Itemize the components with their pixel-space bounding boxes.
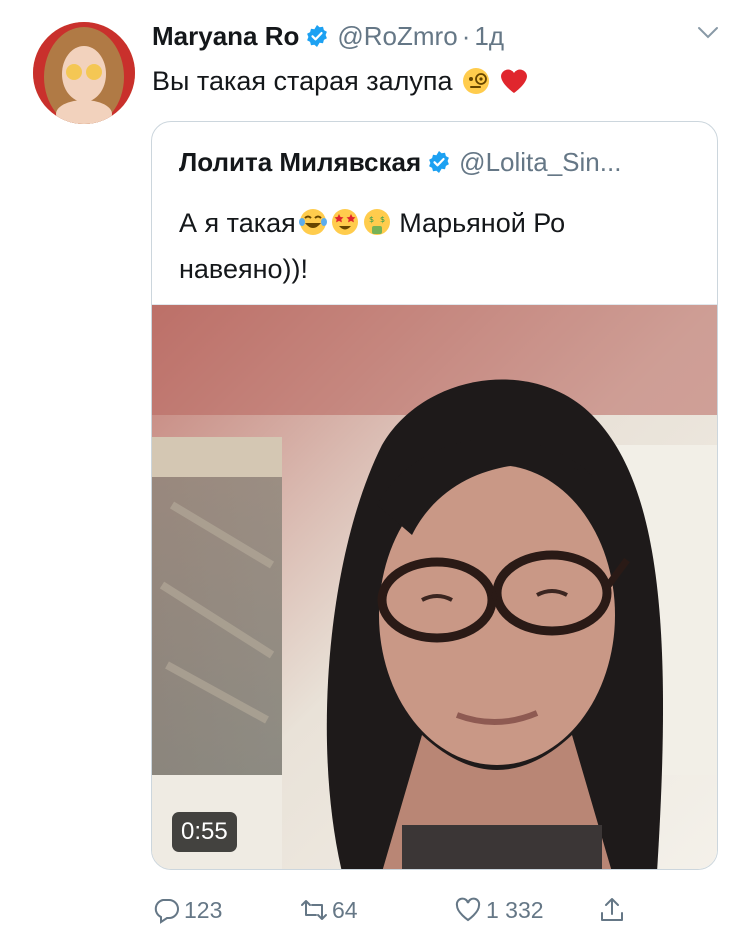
tweet-actions: 123 64 1 332 bbox=[152, 890, 672, 930]
author-name[interactable]: Maryana Ro bbox=[152, 21, 299, 52]
quoted-tweet-header: Лолита Милявская @Lolita_Sin... bbox=[179, 144, 621, 180]
quoted-text-part1: А я такая bbox=[179, 208, 296, 238]
avatar-image bbox=[33, 22, 135, 124]
reply-button[interactable]: 123 bbox=[152, 890, 222, 930]
quoted-tweet-text: А я такая $ $ Марьяной Ро навеяно))! bbox=[179, 200, 699, 292]
heart-icon bbox=[455, 897, 481, 922]
star-struck-icon bbox=[331, 209, 358, 235]
tweet-body: Вы такая старая залупа bbox=[152, 66, 453, 96]
author-handle[interactable]: @RoZmro bbox=[337, 21, 457, 52]
author-avatar[interactable] bbox=[33, 22, 135, 124]
money-mouth-icon: $ $ bbox=[363, 209, 390, 235]
verified-badge-icon bbox=[429, 151, 450, 173]
reply-icon bbox=[154, 899, 179, 924]
share-icon bbox=[601, 898, 623, 921]
reply-count: 123 bbox=[184, 896, 223, 923]
svg-text:$: $ bbox=[369, 215, 374, 224]
retweet-button[interactable]: 64 bbox=[300, 890, 358, 930]
monocle-face-icon bbox=[462, 68, 489, 94]
like-button[interactable]: 1 332 bbox=[454, 890, 544, 930]
tweet-time[interactable]: 1д bbox=[474, 21, 504, 52]
quoted-tweet-card[interactable]: Лолита Милявская @Lolita_Sin... А я така… bbox=[151, 121, 718, 870]
video-player[interactable]: 0:55 bbox=[152, 304, 717, 869]
retweet-count: 64 bbox=[332, 896, 358, 923]
tears-of-joy-icon bbox=[298, 209, 327, 235]
verified-badge-icon bbox=[307, 25, 328, 47]
like-count: 1 332 bbox=[486, 896, 544, 923]
separator-dot: · bbox=[461, 20, 471, 51]
share-button[interactable] bbox=[598, 890, 630, 930]
svg-text:$: $ bbox=[380, 215, 385, 224]
quoted-author-handle[interactable]: @Lolita_Sin... bbox=[459, 147, 621, 178]
red-heart-icon bbox=[500, 69, 527, 93]
tweet-header: Maryana Ro @RoZmro · 1д bbox=[152, 18, 504, 54]
video-duration-badge: 0:55 bbox=[172, 812, 237, 852]
retweet-icon bbox=[301, 900, 327, 920]
tweet-text: Вы такая старая залупа bbox=[152, 62, 529, 100]
video-thumbnail bbox=[152, 305, 717, 869]
quoted-author-name[interactable]: Лолита Милявская bbox=[179, 147, 421, 178]
chevron-down-icon[interactable] bbox=[697, 26, 719, 40]
